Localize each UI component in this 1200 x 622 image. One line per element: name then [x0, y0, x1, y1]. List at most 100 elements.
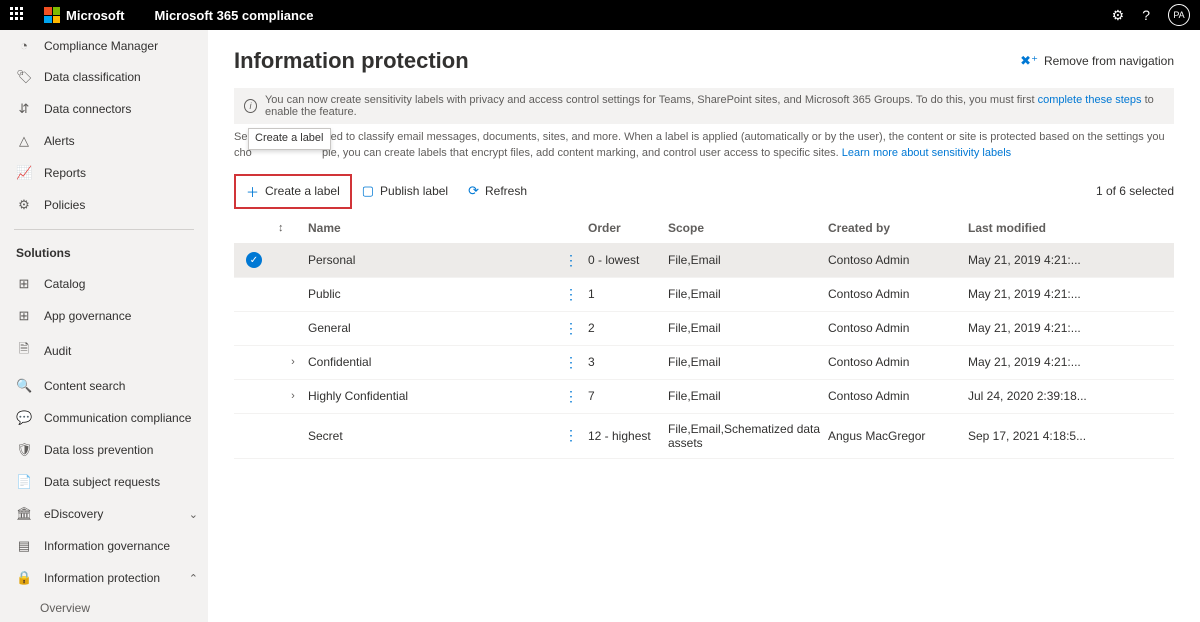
- nav-item[interactable]: 💬Communication compliance: [0, 402, 208, 434]
- nav-item[interactable]: 🔍Content search: [0, 370, 208, 402]
- nav-item[interactable]: 📈 Reports: [0, 157, 208, 189]
- nav-item[interactable]: 🏷Data classification: [0, 61, 208, 93]
- command-bar: ＋ Create a label ▢ Publish label ⟳ Refre…: [234, 174, 1174, 209]
- publish-label-text: Publish label: [380, 184, 448, 198]
- gear-icon[interactable]: ⚙: [1112, 7, 1125, 24]
- desc-mid3: ple, you can create labels that encrypt …: [322, 147, 839, 159]
- refresh-button[interactable]: ⟳ Refresh: [458, 177, 537, 205]
- publish-label-button[interactable]: ▢ Publish label: [352, 177, 458, 205]
- chevron-icon: ⌄: [189, 508, 198, 521]
- remove-from-nav-button[interactable]: ✖⁺ Remove from navigation: [1020, 53, 1174, 69]
- nav-item[interactable]: 🔒Information protection⌃: [0, 562, 208, 594]
- cell-name: Personal: [308, 253, 558, 267]
- col-order[interactable]: Order: [588, 221, 668, 235]
- expand-icon[interactable]: ›: [278, 356, 308, 368]
- nav-label: Data loss prevention: [44, 443, 153, 457]
- nav-item[interactable]: ◔Compliance Manager: [0, 30, 208, 61]
- nav-sub-item[interactable]: Overview: [0, 594, 208, 622]
- cell-scope: File,Email: [668, 355, 828, 369]
- nav-icon: 📈: [16, 165, 32, 181]
- cell-scope: File,Email: [668, 321, 828, 335]
- solutions-header: Solutions: [0, 238, 208, 268]
- table-row[interactable]: Secret ⋮ 12 - highest File,Email,Schemat…: [234, 414, 1174, 459]
- col-name[interactable]: Name: [308, 221, 558, 235]
- nav-label: Alerts: [44, 134, 75, 148]
- cell-name: Secret: [308, 429, 558, 443]
- cell-modified: May 21, 2019 4:21:...: [968, 287, 1170, 301]
- nav-icon: ⊞: [16, 276, 32, 292]
- nav-icon: ⊞: [16, 308, 32, 324]
- row-menu-icon[interactable]: ⋮: [558, 320, 588, 337]
- row-menu-icon[interactable]: ⋮: [558, 388, 588, 405]
- nav-label: Data subject requests: [44, 475, 160, 489]
- nav-item[interactable]: ⇵Data connectors: [0, 93, 208, 125]
- description: Create a label Ser are used to classify …: [234, 130, 1174, 162]
- row-menu-icon[interactable]: ⋮: [558, 354, 588, 371]
- expand-icon[interactable]: ›: [278, 390, 308, 402]
- nav-item[interactable]: ⊞App governance: [0, 300, 208, 332]
- cell-created: Contoso Admin: [828, 287, 968, 301]
- nav-item[interactable]: 🏛eDiscovery⌄: [0, 498, 208, 530]
- cell-modified: May 21, 2019 4:21:...: [968, 321, 1170, 335]
- nav-label: Policies: [44, 198, 85, 212]
- col-modified[interactable]: Last modified: [968, 221, 1170, 235]
- table-row[interactable]: › Confidential ⋮ 3 File,Email Contoso Ad…: [234, 346, 1174, 380]
- remove-nav-label: Remove from navigation: [1044, 54, 1174, 68]
- cell-created: Contoso Admin: [828, 389, 968, 403]
- sort-icon[interactable]: ↕: [278, 222, 308, 234]
- nav-label: eDiscovery: [44, 507, 103, 521]
- nav-label: Content search: [44, 379, 125, 393]
- nav-label: Reports: [44, 166, 86, 180]
- avatar[interactable]: PA: [1168, 4, 1190, 26]
- cell-scope: File,Email,Schematized data assets: [668, 422, 828, 450]
- table-row[interactable]: › Highly Confidential ⋮ 7 File,Email Con…: [234, 380, 1174, 414]
- nav-item[interactable]: ⊞ Catalog: [0, 268, 208, 300]
- unpin-icon: ✖⁺: [1020, 53, 1038, 69]
- nav-item[interactable]: ⚙Policies: [0, 189, 208, 221]
- nav-icon: 🔒: [16, 570, 32, 586]
- col-created[interactable]: Created by: [828, 221, 968, 235]
- info-banner: i You can now create sensitivity labels …: [234, 88, 1174, 124]
- nav-label: Catalog: [44, 277, 85, 291]
- cell-name: Highly Confidential: [308, 389, 558, 403]
- nav-item[interactable]: ▤Information governance: [0, 530, 208, 562]
- microsoft-logo[interactable]: Microsoft: [44, 7, 125, 23]
- app-launcher[interactable]: [10, 7, 26, 23]
- publish-icon: ▢: [362, 183, 374, 199]
- nav-icon: 📄: [16, 474, 32, 490]
- nav-icon: △: [16, 133, 32, 149]
- nav-item[interactable]: 🛡Data loss prevention: [0, 434, 208, 466]
- row-checkbox[interactable]: ✓: [246, 252, 262, 268]
- selection-count: 1 of 6 selected: [1096, 184, 1174, 198]
- nav-icon: 💬: [16, 410, 32, 426]
- app-title: Microsoft 365 compliance: [155, 8, 314, 23]
- cell-order: 12 - highest: [588, 429, 668, 443]
- row-menu-icon[interactable]: ⋮: [558, 427, 588, 444]
- learn-more-link[interactable]: Learn more about sensitivity labels: [842, 147, 1011, 159]
- nav-label: Audit: [44, 344, 71, 358]
- cell-created: Contoso Admin: [828, 321, 968, 335]
- col-scope[interactable]: Scope: [668, 221, 828, 235]
- nav-label: Information governance: [44, 539, 170, 553]
- labels-table: ↕ Name Order Scope Created by Last modif…: [234, 213, 1174, 459]
- table-row[interactable]: Public ⋮ 1 File,Email Contoso Admin May …: [234, 278, 1174, 312]
- row-menu-icon[interactable]: ⋮: [558, 252, 588, 269]
- cell-scope: File,Email: [668, 253, 828, 267]
- cell-order: 0 - lowest: [588, 253, 668, 267]
- cell-scope: File,Email: [668, 389, 828, 403]
- table-row[interactable]: ✓ Personal ⋮ 0 - lowest File,Email Conto…: [234, 244, 1174, 278]
- help-icon[interactable]: ?: [1142, 7, 1150, 23]
- table-row[interactable]: General ⋮ 2 File,Email Contoso Admin May…: [234, 312, 1174, 346]
- banner-link[interactable]: complete these steps: [1038, 94, 1142, 106]
- nav-item[interactable]: △ Alerts: [0, 125, 208, 157]
- row-menu-icon[interactable]: ⋮: [558, 286, 588, 303]
- page-title: Information protection: [234, 48, 469, 74]
- nav-item[interactable]: 🗎Audit: [0, 332, 208, 370]
- sidebar: ◔Compliance Manager🏷Data classification⇵…: [0, 30, 208, 622]
- nav-item[interactable]: 📄 Data subject requests: [0, 466, 208, 498]
- cell-modified: May 21, 2019 4:21:...: [968, 355, 1170, 369]
- table-header: ↕ Name Order Scope Created by Last modif…: [234, 213, 1174, 244]
- create-label-button[interactable]: ＋ Create a label: [236, 176, 350, 207]
- nav-label: Compliance Manager: [44, 39, 158, 53]
- cell-order: 1: [588, 287, 668, 301]
